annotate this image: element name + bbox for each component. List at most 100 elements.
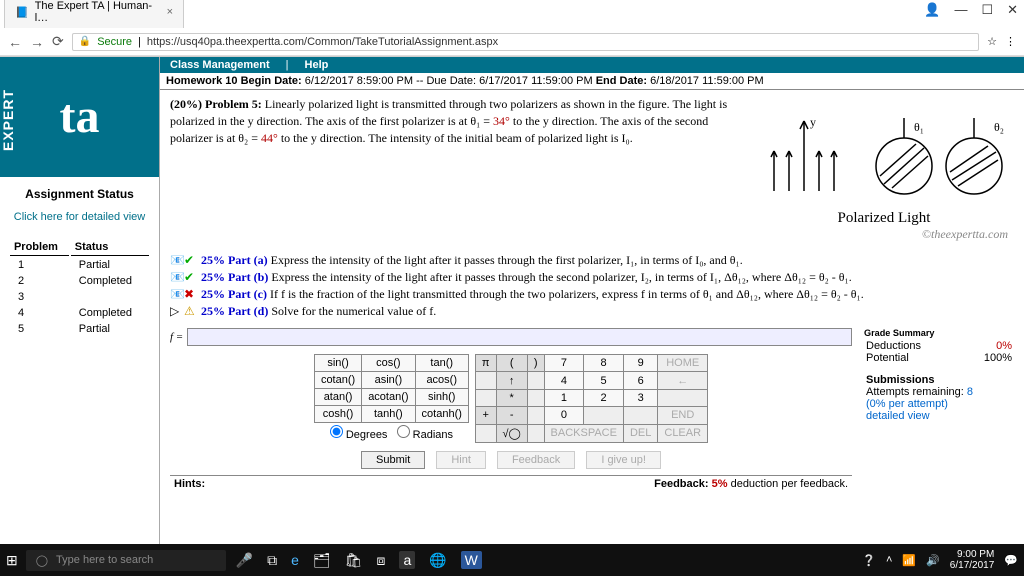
table-row[interactable]: 2Completed: [10, 274, 149, 288]
num-btn[interactable]: 9: [623, 355, 657, 372]
start-button[interactable]: ⊞: [6, 552, 18, 569]
num-btn[interactable]: ): [527, 355, 544, 372]
x-icon: ✖: [184, 287, 196, 302]
num-btn[interactable]: 2: [584, 389, 624, 406]
fn-btn[interactable]: acotan(): [362, 389, 415, 406]
close-icon[interactable]: ×: [167, 6, 173, 18]
submit-button[interactable]: Submit: [361, 451, 425, 469]
feedback-button[interactable]: Feedback: [497, 451, 575, 469]
detailed-view-link[interactable]: Click here for detailed view: [0, 211, 159, 223]
help-link[interactable]: Help: [305, 59, 329, 71]
num-btn[interactable]: π: [475, 355, 496, 372]
forward-icon[interactable]: →: [30, 34, 44, 50]
warning-icon: ⚠: [184, 304, 196, 319]
word-icon[interactable]: W: [461, 551, 482, 569]
degrees-radio[interactable]: Degrees: [330, 429, 388, 441]
watermark: ©theexpertta.com: [750, 227, 1018, 242]
svg-text:y: y: [810, 115, 816, 129]
num-btn[interactable]: 1: [544, 389, 584, 406]
windows-taskbar: ⊞ ◯ Type here to search 🎤 ⧉ e 🗂 🛍 ⧈ a 🌐 …: [0, 544, 1024, 576]
fn-btn[interactable]: cotan(): [314, 372, 361, 389]
giveup-button[interactable]: I give up!: [586, 451, 661, 469]
col-problem: Problem: [10, 239, 69, 256]
hw-info: Homework 10 Begin Date: 6/12/2017 8:59:0…: [160, 73, 1024, 90]
reload-icon[interactable]: ⟳: [52, 33, 64, 50]
expert-vertical-label: EXPERT: [0, 63, 18, 177]
clock[interactable]: 9:00 PM 6/17/2017: [950, 549, 995, 571]
attempts-link[interactable]: 8: [967, 386, 973, 398]
answer-input[interactable]: [187, 328, 852, 346]
mul-btn[interactable]: *: [496, 389, 527, 406]
minus-btn[interactable]: -: [496, 407, 527, 424]
taskview-icon[interactable]: ⧉: [267, 552, 277, 569]
clear-btn[interactable]: CLEAR: [658, 424, 708, 442]
plus-btn[interactable]: +: [475, 407, 496, 424]
hint-button[interactable]: Hint: [436, 451, 486, 469]
assignment-status-heading: Assignment Status: [0, 187, 159, 201]
fn-btn[interactable]: sinh(): [415, 389, 468, 406]
detailed-view-link[interactable]: detailed view: [864, 410, 1014, 422]
minimize-icon[interactable]: —: [954, 2, 967, 18]
close-window-icon[interactable]: ✕: [1007, 2, 1018, 18]
fn-btn[interactable]: cotanh(): [415, 406, 468, 423]
table-row[interactable]: 3: [10, 290, 149, 304]
table-row[interactable]: 4Completed: [10, 306, 149, 320]
up-btn[interactable]: ↑: [496, 372, 527, 389]
mic-icon[interactable]: 🎤: [236, 552, 253, 569]
hints-label: Hints:: [174, 478, 205, 490]
del-btn[interactable]: DEL: [623, 424, 657, 442]
back-icon[interactable]: ←: [8, 34, 22, 50]
num-btn[interactable]: 4: [544, 372, 584, 389]
num-btn[interactable]: 7: [544, 355, 584, 372]
help-tray-icon[interactable]: ❔: [862, 554, 876, 567]
fn-btn[interactable]: cosh(): [314, 406, 361, 423]
tab-title: The Expert TA | Human-l…: [35, 0, 161, 24]
num-btn[interactable]: 0: [544, 407, 584, 424]
volume-icon[interactable]: 🔊: [926, 554, 940, 567]
num-btn[interactable]: 6: [623, 372, 657, 389]
parts-list: 📧✔ 25% Part (a) Express the intensity of…: [160, 248, 1024, 324]
home-btn[interactable]: HOME: [658, 355, 708, 372]
notifications-icon[interactable]: 💬: [1004, 554, 1018, 567]
maximize-icon[interactable]: ☐: [981, 2, 993, 18]
taskbar-search[interactable]: ◯ Type here to search: [26, 550, 226, 571]
fn-btn[interactable]: tanh(): [362, 406, 415, 423]
chrome-icon[interactable]: 🌐: [429, 552, 446, 569]
menu-icon[interactable]: ⋮: [1005, 35, 1016, 48]
problem-status-table: ProblemStatus 1Partial 2Completed 3 4Com…: [8, 237, 151, 338]
radians-radio[interactable]: Radians: [397, 429, 453, 441]
store-icon[interactable]: 🛍: [345, 552, 363, 569]
num-btn[interactable]: (: [496, 355, 527, 372]
amazon-icon[interactable]: a: [399, 551, 415, 569]
check-icon: ✔: [184, 270, 196, 285]
table-row[interactable]: 1Partial: [10, 258, 149, 272]
num-btn[interactable]: 8: [584, 355, 624, 372]
network-icon[interactable]: 📶: [902, 554, 916, 567]
fn-btn[interactable]: sin(): [314, 355, 361, 372]
account-icon[interactable]: 👤: [924, 2, 940, 18]
check-icon: ✔: [184, 253, 196, 268]
fn-btn[interactable]: tan(): [415, 355, 468, 372]
class-mgmt-link[interactable]: Class Management: [170, 59, 270, 71]
sqrt-btn[interactable]: √◯: [496, 424, 527, 442]
problem-statement: (20%) Problem 5: Linearly polarized ligh…: [160, 90, 744, 248]
num-btn[interactable]: 3: [623, 389, 657, 406]
chevron-up-icon[interactable]: ˄: [886, 554, 892, 566]
explorer-icon[interactable]: 🗂: [313, 552, 331, 569]
fn-btn[interactable]: cos(): [362, 355, 415, 372]
fn-btn[interactable]: atan(): [314, 389, 361, 406]
fn-btn[interactable]: asin(): [362, 372, 415, 389]
star-icon[interactable]: ☆: [987, 35, 997, 48]
num-btn[interactable]: 5: [584, 372, 624, 389]
edge-icon[interactable]: e: [291, 552, 299, 568]
end-btn[interactable]: END: [658, 407, 708, 424]
fn-btn[interactable]: acos(): [415, 372, 468, 389]
backspace-btn[interactable]: BACKSPACE: [544, 424, 623, 442]
f-label: f =: [170, 331, 183, 343]
browser-tab[interactable]: 📘 The Expert TA | Human-l… ×: [4, 0, 184, 28]
address-bar[interactable]: 🔒 Secure | https://usq40pa.theexpertta.c…: [72, 33, 979, 51]
dropbox-icon[interactable]: ⧈: [377, 552, 386, 569]
logo: ta: [0, 57, 159, 177]
table-row[interactable]: 5Partial: [10, 322, 149, 336]
cortana-icon: ◯: [36, 554, 48, 567]
